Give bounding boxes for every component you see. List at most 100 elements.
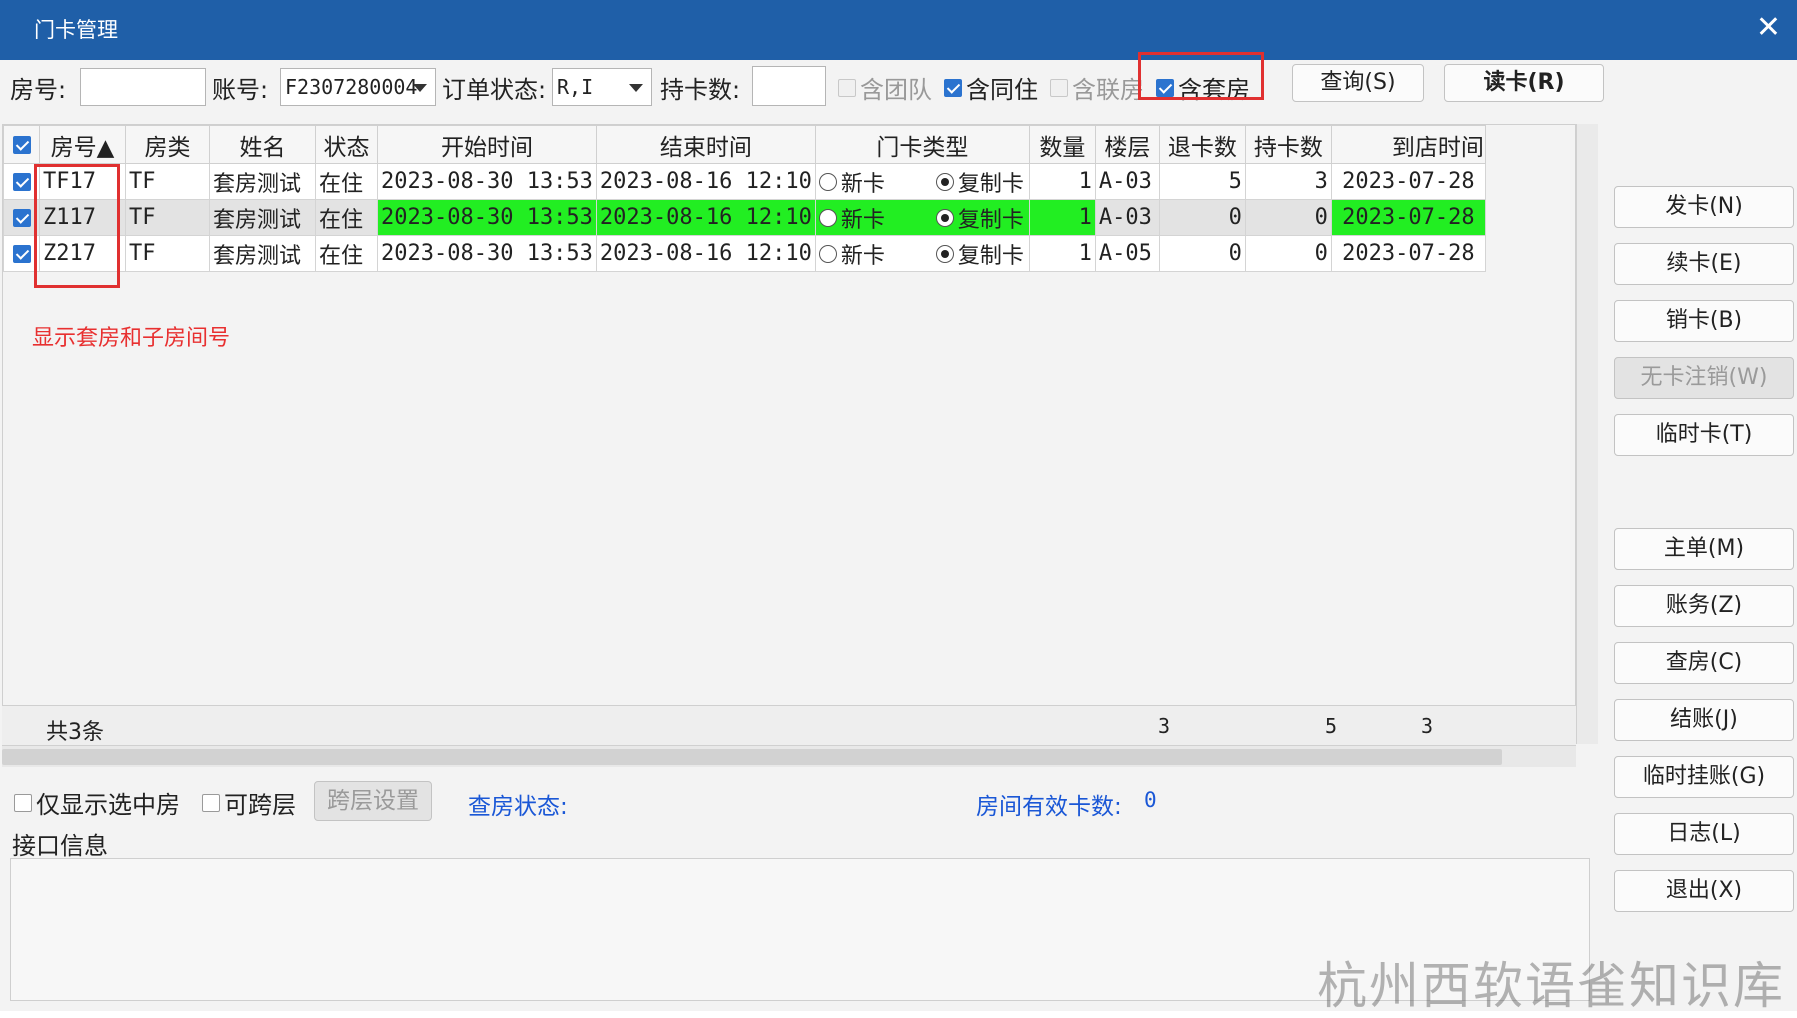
exit-button[interactable]: 退出(X) xyxy=(1614,870,1794,912)
order-status-combo[interactable]: R,I xyxy=(552,68,652,106)
checkout-button[interactable]: 结账(J) xyxy=(1614,699,1794,741)
temp-charge-button[interactable]: 临时挂账(G) xyxy=(1614,756,1794,798)
radio-icon xyxy=(818,244,837,263)
inspect-status-label: 查房状态: xyxy=(468,794,568,820)
col-header[interactable]: 到店时间 xyxy=(1330,125,1486,164)
copy-card-radio[interactable]: 复制卡 xyxy=(935,205,1024,233)
cell-start-time: 2023-08-30 13:53 xyxy=(377,163,597,200)
account-combo[interactable]: F2307280004 xyxy=(280,68,436,106)
inspect-room-button[interactable]: 查房(C) xyxy=(1614,642,1794,684)
valid-cards-value: 0 xyxy=(1144,788,1157,812)
card-count-input[interactable] xyxy=(752,66,826,106)
cell-floor: A-03 xyxy=(1094,199,1160,236)
vertical-scrollbar[interactable] xyxy=(1576,124,1598,744)
grid-footer: 共3条 3 5 3 xyxy=(2,705,1576,745)
query-button[interactable]: 查询(S) xyxy=(1292,64,1424,102)
interface-info-title: 接口信息 xyxy=(12,832,108,860)
valid-cards-label: 房间有效卡数: xyxy=(976,794,1122,820)
accounts-button[interactable]: 账务(Z) xyxy=(1614,585,1794,627)
room-table: 房号▲ 房类 姓名 状态 开始时间 结束时间 门卡类型 数量 楼层 退卡数 持卡… xyxy=(3,125,1486,272)
col-header[interactable]: 退卡数 xyxy=(1158,125,1246,164)
radio-icon xyxy=(818,172,837,191)
renew-card-button[interactable]: 续卡(E) xyxy=(1614,243,1794,285)
new-card-radio[interactable]: 新卡 xyxy=(818,241,885,269)
cell-returned: 5 xyxy=(1158,163,1246,200)
window-title: 门卡管理 xyxy=(34,18,118,42)
table-row[interactable]: Z117 TF 套房测试 在住 2023-08-30 13:53 2023-08… xyxy=(3,199,1486,236)
copy-card-radio[interactable]: 复制卡 xyxy=(935,169,1024,197)
log-button[interactable]: 日志(L) xyxy=(1614,813,1794,855)
order-status-value: R,I xyxy=(557,75,594,99)
checkbox-checked-icon xyxy=(12,136,31,154)
checkbox-checked-icon xyxy=(944,78,962,97)
table-row[interactable]: Z217 TF 套房测试 在住 2023-08-30 13:53 2023-08… xyxy=(3,235,1486,272)
select-all-checkbox[interactable] xyxy=(3,125,40,164)
cell-name: 套房测试 xyxy=(209,235,316,272)
include-linked-checkbox[interactable]: 含联房 xyxy=(1050,70,1144,105)
cell-status: 在住 xyxy=(315,235,378,272)
cross-floor-checkbox[interactable]: 可跨层 xyxy=(202,785,296,820)
master-order-button[interactable]: 主单(M) xyxy=(1614,528,1794,570)
scroll-thumb[interactable] xyxy=(2,749,1502,765)
cell-held: 3 xyxy=(1244,163,1332,200)
checkbox-icon xyxy=(838,78,856,97)
temp-card-button[interactable]: 临时卡(T) xyxy=(1614,414,1794,456)
checkbox-icon xyxy=(1050,78,1068,97)
row-checkbox[interactable] xyxy=(3,235,40,272)
read-card-button[interactable]: 读卡(R) xyxy=(1444,64,1604,102)
checkbox-icon xyxy=(14,793,32,812)
bottom-options: 仅显示选中房 可跨层 跨层设置 查房状态: 房间有效卡数: 0 xyxy=(0,775,1600,827)
cell-end-time: 2023-08-16 12:10 xyxy=(595,163,816,200)
search-toolbar: 房号: 账号: F2307280004 订单状态: R,I 持卡数: 含团队 含… xyxy=(0,52,1604,120)
cell-qty: 1 xyxy=(1028,163,1096,200)
col-header[interactable]: 持卡数 xyxy=(1244,125,1332,164)
held-sum: 3 xyxy=(1421,714,1434,738)
cross-floor-settings-button[interactable]: 跨层设置 xyxy=(314,781,432,821)
col-header[interactable]: 结束时间 xyxy=(595,125,816,164)
only-selected-checkbox[interactable]: 仅显示选中房 xyxy=(14,785,180,820)
cancel-card-button[interactable]: 销卡(B) xyxy=(1614,300,1794,342)
col-header[interactable]: 门卡类型 xyxy=(814,125,1030,164)
checkbox-checked-icon xyxy=(12,173,31,191)
horizontal-scrollbar[interactable] xyxy=(2,745,1576,767)
cell-room-type: TF xyxy=(125,199,210,236)
issue-card-button[interactable]: 发卡(N) xyxy=(1614,186,1794,228)
col-header[interactable]: 房类 xyxy=(125,125,210,164)
col-header[interactable]: 数量 xyxy=(1028,125,1096,164)
cell-returned: 0 xyxy=(1158,199,1246,236)
cell-qty: 1 xyxy=(1028,235,1096,272)
cell-card-type: 新卡 复制卡 xyxy=(814,199,1030,236)
chevron-down-icon[interactable] xyxy=(413,84,427,92)
qty-sum: 3 xyxy=(1158,714,1171,738)
cell-floor: A-03 xyxy=(1094,163,1160,200)
chevron-down-icon[interactable] xyxy=(629,84,643,92)
row-checkbox[interactable] xyxy=(3,199,40,236)
include-suite-checkbox[interactable]: 含套房 xyxy=(1156,70,1250,105)
col-header[interactable]: 状态 xyxy=(315,125,378,164)
col-header[interactable]: 房号▲ xyxy=(39,125,126,164)
new-card-radio[interactable]: 新卡 xyxy=(818,169,885,197)
col-header[interactable]: 开始时间 xyxy=(377,125,597,164)
row-checkbox[interactable] xyxy=(3,163,40,200)
cell-qty: 1 xyxy=(1028,199,1096,236)
room-input[interactable] xyxy=(80,68,206,106)
checkbox-checked-icon xyxy=(12,245,31,263)
close-icon[interactable]: ✕ xyxy=(1756,10,1781,46)
radio-icon xyxy=(818,208,837,227)
table-row[interactable]: TF17 TF 套房测试 在住 2023-08-30 13:53 2023-08… xyxy=(3,163,1486,200)
copy-card-radio[interactable]: 复制卡 xyxy=(935,241,1024,269)
cancel-no-card-button[interactable]: 无卡注销(W) xyxy=(1614,357,1794,399)
include-team-checkbox[interactable]: 含团队 xyxy=(838,70,932,105)
new-card-radio[interactable]: 新卡 xyxy=(818,205,885,233)
table-header: 房号▲ 房类 姓名 状态 开始时间 结束时间 门卡类型 数量 楼层 退卡数 持卡… xyxy=(3,125,1486,164)
cell-arrival: 2023-07-28 xyxy=(1330,235,1486,272)
col-header[interactable]: 楼层 xyxy=(1094,125,1160,164)
watermark: 杭州西软语雀知识库 xyxy=(1317,957,1785,1015)
checkbox-checked-icon xyxy=(1156,78,1174,97)
radio-selected-icon xyxy=(935,172,954,191)
cell-room-type: TF xyxy=(125,235,210,272)
total-count: 共3条 xyxy=(46,720,104,745)
col-header[interactable]: 姓名 xyxy=(209,125,316,164)
title-bar: 门卡管理 ✕ xyxy=(0,0,1797,60)
include-shared-checkbox[interactable]: 含同住 xyxy=(944,70,1038,105)
